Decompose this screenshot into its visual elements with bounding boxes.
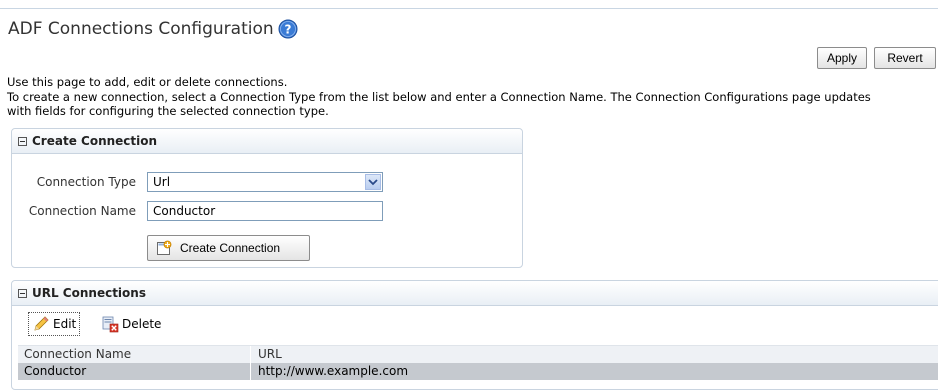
create-connection-title: Create Connection bbox=[32, 134, 158, 148]
connection-type-value: Url bbox=[153, 175, 171, 189]
edit-button[interactable]: Edit bbox=[28, 312, 81, 336]
table-header-row: Connection Name URL bbox=[18, 345, 938, 363]
description-line-2: To create a new connection, select a Con… bbox=[7, 90, 871, 104]
create-connection-label: Create Connection bbox=[180, 241, 281, 255]
collapse-icon[interactable] bbox=[18, 136, 27, 146]
pencil-icon bbox=[34, 316, 49, 331]
column-header-url[interactable]: URL bbox=[251, 346, 938, 363]
column-header-connection-name[interactable]: Connection Name bbox=[18, 346, 251, 363]
chevron-down-icon[interactable] bbox=[365, 174, 381, 190]
apply-button[interactable]: Apply bbox=[817, 47, 867, 69]
new-document-icon bbox=[157, 240, 172, 255]
top-divider bbox=[0, 8, 938, 9]
url-connections-table: Connection Name URL Conductor http://www… bbox=[18, 345, 938, 380]
connection-name-cell: Conductor bbox=[18, 363, 251, 380]
create-connection-button[interactable]: Create Connection bbox=[147, 235, 310, 261]
page-title-container: ADF Connections Configuration ? bbox=[8, 19, 298, 39]
connection-name-label: Connection Name bbox=[28, 204, 136, 218]
connection-type-select[interactable]: Url bbox=[147, 172, 383, 192]
url-connections-header[interactable]: URL Connections bbox=[12, 281, 938, 306]
connection-name-field[interactable]: Conductor bbox=[147, 201, 383, 221]
url-connections-title: URL Connections bbox=[32, 286, 146, 300]
revert-button[interactable]: Revert bbox=[874, 47, 936, 69]
page-title: ADF Connections Configuration bbox=[8, 19, 274, 39]
delete-button[interactable]: Delete bbox=[101, 312, 161, 336]
delete-label: Delete bbox=[122, 317, 162, 331]
description-line-1: Use this page to add, edit or delete con… bbox=[7, 75, 288, 89]
connection-type-label: Connection Type bbox=[36, 175, 136, 189]
svg-text:?: ? bbox=[284, 23, 291, 37]
url-cell: http://www.example.com bbox=[258, 364, 409, 378]
collapse-icon[interactable] bbox=[18, 288, 27, 298]
create-connection-header[interactable]: Create Connection bbox=[12, 129, 522, 154]
description-line-3: with fields for configuring the selected… bbox=[7, 104, 329, 118]
edit-label: Edit bbox=[53, 317, 77, 331]
table-row[interactable]: Conductor http://www.example.com bbox=[18, 363, 938, 380]
delete-icon bbox=[102, 316, 119, 333]
help-circle-icon[interactable]: ? bbox=[278, 19, 298, 39]
